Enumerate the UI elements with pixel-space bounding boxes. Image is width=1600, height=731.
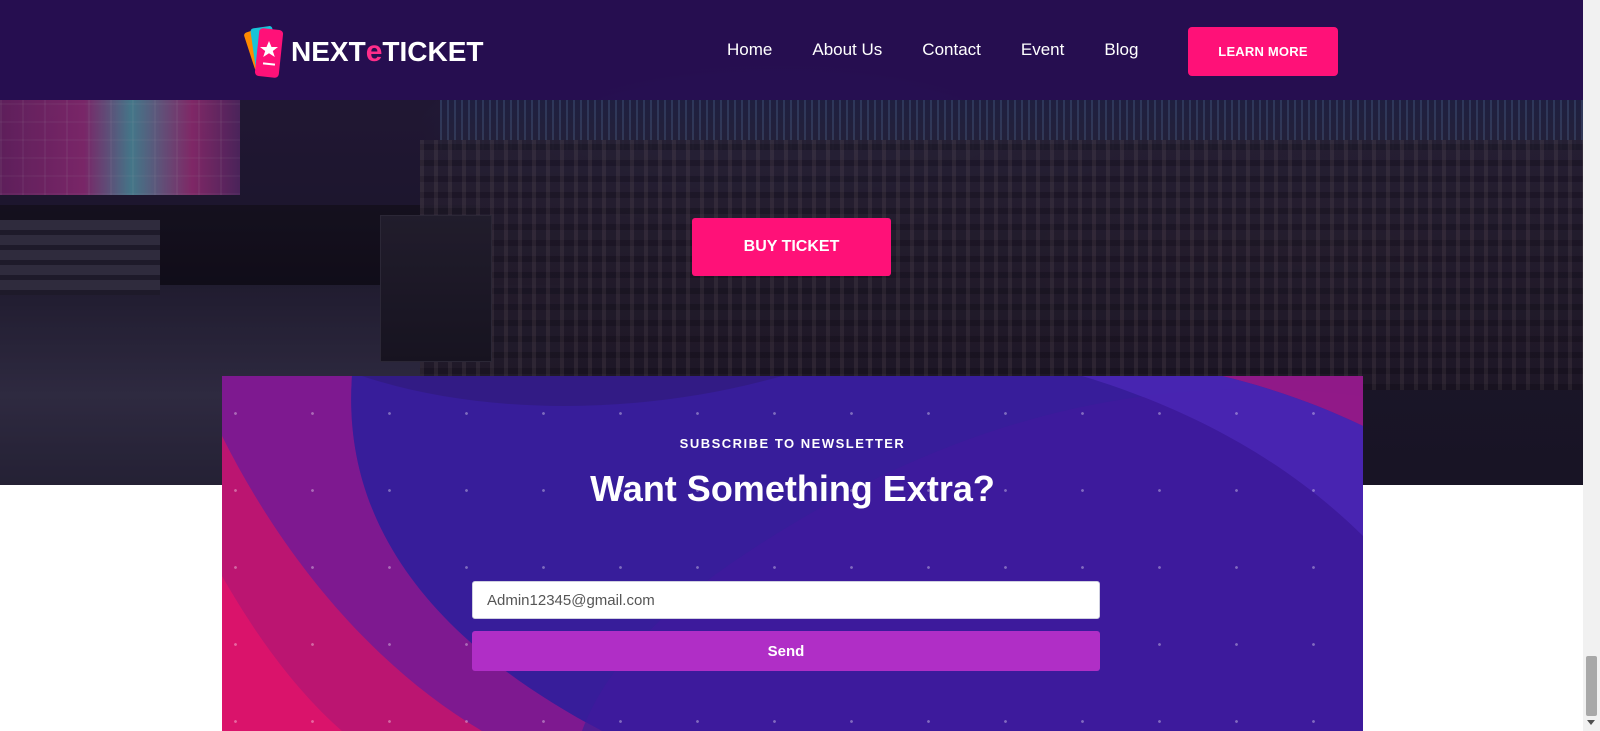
newsletter-title: Want Something Extra? (590, 468, 995, 509)
logo-text-e: e (365, 35, 383, 68)
send-button[interactable]: Send (472, 631, 1100, 671)
ticket-logo-icon (244, 26, 284, 78)
logo-text-suffix: TICKET (382, 36, 484, 67)
site-header: NEXTeTICKET Home About Us Contact Event … (0, 0, 1583, 100)
scrollbar-thumb[interactable] (1586, 656, 1597, 716)
newsletter-section: SUBSCRIBE TO NEWSLETTER Want Something E… (222, 376, 1363, 731)
buy-ticket-button[interactable]: BUY TICKET (692, 218, 891, 276)
nav-event[interactable]: Event (1021, 38, 1064, 62)
nav-blog[interactable]: Blog (1104, 38, 1138, 62)
nav-about-us[interactable]: About Us (812, 38, 882, 62)
site-logo[interactable]: NEXTeTICKET (243, 22, 483, 82)
main-nav: Home About Us Contact Event Blog (727, 38, 1178, 62)
scroll-down-arrow-icon[interactable] (1587, 720, 1595, 725)
nav-contact[interactable]: Contact (922, 38, 981, 62)
logo-wordmark: NEXTeTICKET (291, 37, 483, 67)
page-scrollbar[interactable] (1583, 0, 1600, 731)
newsletter-kicker: SUBSCRIBE TO NEWSLETTER (679, 436, 906, 451)
logo-text-prefix: NEXT (291, 36, 366, 67)
learn-more-button[interactable]: LEARN MORE (1188, 27, 1338, 76)
nav-home[interactable]: Home (727, 38, 772, 62)
email-input[interactable] (472, 581, 1100, 619)
newsletter-dot-grid (222, 376, 1363, 731)
